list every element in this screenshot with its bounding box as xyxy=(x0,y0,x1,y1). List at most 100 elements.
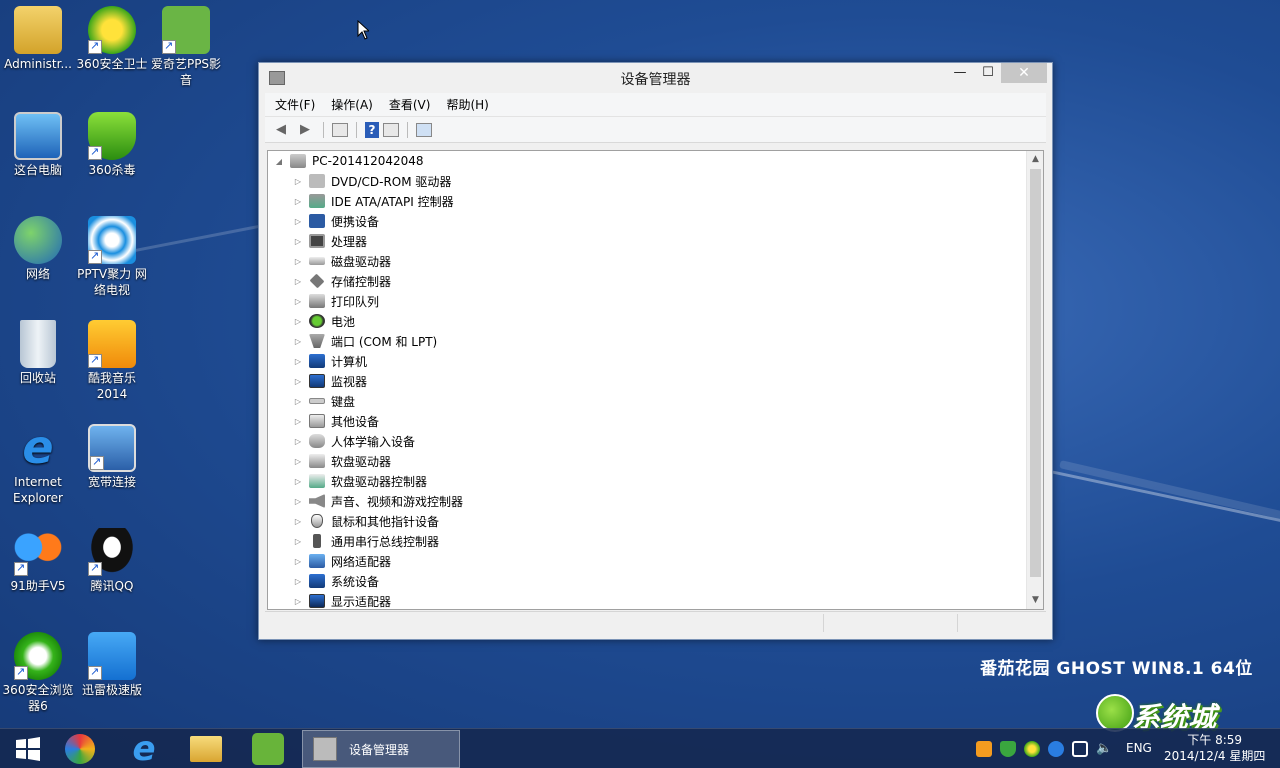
expand-triangle-icon[interactable]: ▷ xyxy=(293,557,303,566)
expand-triangle-icon[interactable]: ▷ xyxy=(293,277,303,286)
tree-item[interactable]: ▷ IDE ATA/ATAPI 控制器 xyxy=(293,191,454,211)
tree-item[interactable]: ▷ DVD/CD-ROM 驱动器 xyxy=(293,171,451,191)
tree-item[interactable]: ▷ 人体学输入设备 xyxy=(293,431,415,451)
properties-icon[interactable] xyxy=(332,122,348,137)
start-button[interactable] xyxy=(0,731,56,767)
taskbar-clock[interactable]: 下午 8:59 2014/12/4 星期四 xyxy=(1164,732,1265,764)
desktop-icon-360-antivirus[interactable]: 360杀毒 xyxy=(74,112,150,178)
desktop-icon-pptv[interactable]: PPTV聚力 网络电视 xyxy=(74,216,150,298)
desktop-icon-xunlei[interactable]: 迅雷极速版 xyxy=(74,632,150,698)
scroll-down-icon[interactable]: ▼ xyxy=(1027,592,1044,609)
taskbar-internet-explorer[interactable]: e xyxy=(116,731,172,767)
taskbar-iqiyi[interactable] xyxy=(240,731,296,767)
expand-triangle-icon[interactable]: ▷ xyxy=(293,417,303,426)
desktop-icon-kuwo-music[interactable]: 酷我音乐2014 xyxy=(74,320,150,402)
desktop-icon-recycle-bin[interactable]: 回收站 xyxy=(0,320,76,386)
expand-triangle-icon[interactable]: ▷ xyxy=(293,477,303,486)
tree-item[interactable]: ▷ 网络适配器 xyxy=(293,551,391,571)
show-hide-tree-icon[interactable] xyxy=(383,122,399,137)
expand-triangle-icon[interactable]: ▷ xyxy=(293,317,303,326)
scrollbar-thumb[interactable] xyxy=(1030,169,1041,577)
desktop-icon-broadband[interactable]: 宽带连接 xyxy=(74,424,150,490)
tree-item[interactable]: ▷ 电池 xyxy=(293,311,355,331)
tree-item[interactable]: ▷ 鼠标和其他指针设备 xyxy=(293,511,439,531)
tree-item[interactable]: ▷ 声音、视频和游戏控制器 xyxy=(293,491,463,511)
menu-action[interactable]: 操作(A) xyxy=(331,96,373,113)
expand-triangle-icon[interactable]: ▷ xyxy=(293,257,303,266)
expand-triangle-icon[interactable]: ▷ xyxy=(293,217,303,226)
tree-item-label: 监视器 xyxy=(331,374,368,389)
expand-triangle-icon[interactable]: ▷ xyxy=(293,517,303,526)
expand-triangle-icon[interactable]: ▷ xyxy=(293,497,303,506)
tree-item[interactable]: ▷ 软盘驱动器控制器 xyxy=(293,471,427,491)
taskbar-device-manager[interactable]: 设备管理器 xyxy=(302,730,460,768)
expand-triangle-icon[interactable]: ▷ xyxy=(293,237,303,246)
menu-view[interactable]: 查看(V) xyxy=(389,96,431,113)
tree-item[interactable]: ▷ 其他设备 xyxy=(293,411,379,431)
tree-item[interactable]: ▷ 存储控制器 xyxy=(293,271,391,291)
input-language[interactable]: ENG xyxy=(1126,741,1152,755)
tree-item[interactable]: ▷ 便携设备 xyxy=(293,211,379,231)
360-tray-icon[interactable] xyxy=(1024,741,1040,757)
desktop-icon-360-browser[interactable]: 360安全浏览器6 xyxy=(0,632,76,714)
expand-triangle-icon[interactable]: ▷ xyxy=(293,457,303,466)
tree-item[interactable]: ▷ 软盘驱动器 xyxy=(293,451,391,471)
desktop-icon-administrator[interactable]: Administr... xyxy=(0,6,76,72)
tree-root[interactable]: ◢ PC-201412042048 xyxy=(274,151,424,171)
tree-item[interactable]: ▷ 键盘 xyxy=(293,391,355,411)
desktop-icon-360-safe[interactable]: 360安全卫士 xyxy=(74,6,150,72)
expand-triangle-icon[interactable]: ▷ xyxy=(293,597,303,606)
forward-arrow-icon[interactable]: ▶ xyxy=(295,121,315,139)
expand-triangle-icon[interactable]: ▷ xyxy=(293,357,303,366)
tree-item[interactable]: ▷ 监视器 xyxy=(293,371,367,391)
help-icon[interactable]: ? xyxy=(365,121,379,138)
back-arrow-icon[interactable]: ◀ xyxy=(271,121,291,139)
scan-hardware-icon[interactable] xyxy=(416,122,432,137)
expand-triangle-icon[interactable]: ▷ xyxy=(293,397,303,406)
volume-icon[interactable]: 🔈 xyxy=(1096,741,1112,757)
tree-item[interactable]: ▷ 通用串行总线控制器 xyxy=(293,531,439,551)
maximize-button[interactable]: ☐ xyxy=(975,63,1001,83)
device-manager-window[interactable]: 设备管理器 — ☐ ✕ 文件(F) 操作(A) 查看(V) 帮助(H) ◀ ▶ … xyxy=(258,62,1053,640)
desktop-icon-internet-explorer[interactable]: e Internet Explorer xyxy=(0,424,76,506)
close-button[interactable]: ✕ xyxy=(1001,63,1047,83)
menu-help[interactable]: 帮助(H) xyxy=(446,96,488,113)
expand-triangle-icon[interactable]: ▷ xyxy=(293,197,303,206)
desktop-icon-pps[interactable]: 爱奇艺PPS影音 xyxy=(148,6,224,88)
tree-item[interactable]: ▷ 系统设备 xyxy=(293,571,379,591)
scroll-up-icon[interactable]: ▲ xyxy=(1027,151,1044,168)
expand-triangle-icon[interactable]: ▷ xyxy=(293,577,303,586)
tree-item[interactable]: ▷ 端口 (COM 和 LPT) xyxy=(293,331,437,351)
minimize-button[interactable]: — xyxy=(947,63,973,83)
expand-triangle-icon[interactable]: ▷ xyxy=(293,437,303,446)
taskbar-file-explorer[interactable] xyxy=(178,731,234,767)
taskbar-360-app[interactable] xyxy=(52,731,108,767)
system-tray: 🔈 xyxy=(976,741,1112,757)
window-titlebar[interactable]: 设备管理器 — ☐ ✕ xyxy=(259,63,1052,93)
network-tray-icon[interactable] xyxy=(1072,741,1088,757)
desktop-icon-network[interactable]: 网络 xyxy=(0,216,76,282)
kuwo-tray-icon[interactable] xyxy=(976,741,992,757)
menu-file[interactable]: 文件(F) xyxy=(275,96,315,113)
expand-triangle-icon[interactable]: ▷ xyxy=(293,537,303,546)
desktop-icon-label: 迅雷极速版 xyxy=(81,683,142,697)
tree-item[interactable]: ▷ 打印队列 xyxy=(293,291,379,311)
usb-icon xyxy=(313,534,321,548)
vertical-scrollbar[interactable]: ▲ ▼ xyxy=(1026,151,1043,609)
desktop-icon-91-assistant[interactable]: 91助手V5 xyxy=(0,528,76,594)
expand-triangle-icon[interactable]: ▷ xyxy=(293,297,303,306)
expand-triangle-icon[interactable]: ▷ xyxy=(293,377,303,386)
tree-item[interactable]: ▷ 计算机 xyxy=(293,351,367,371)
expand-triangle-icon[interactable]: ▷ xyxy=(293,177,303,186)
tree-item[interactable]: ▷ 处理器 xyxy=(293,231,367,251)
collapse-triangle-icon[interactable]: ◢ xyxy=(274,157,284,166)
tree-item[interactable]: ▷ 显示适配器 xyxy=(293,591,391,611)
bluetooth-tray-icon[interactable] xyxy=(1048,741,1064,757)
desktop-icon-qq[interactable]: 腾讯QQ xyxy=(74,528,150,594)
expand-triangle-icon[interactable]: ▷ xyxy=(293,337,303,346)
computer-icon xyxy=(309,354,325,368)
tree-item[interactable]: ▷ 磁盘驱动器 xyxy=(293,251,391,271)
shield-tray-icon[interactable] xyxy=(1000,741,1016,757)
device-tree[interactable]: ◢ PC-201412042048 ▷ DVD/CD-ROM 驱动器 ▷ IDE A… xyxy=(267,150,1044,610)
desktop-icon-this-pc[interactable]: 这台电脑 xyxy=(0,112,76,178)
